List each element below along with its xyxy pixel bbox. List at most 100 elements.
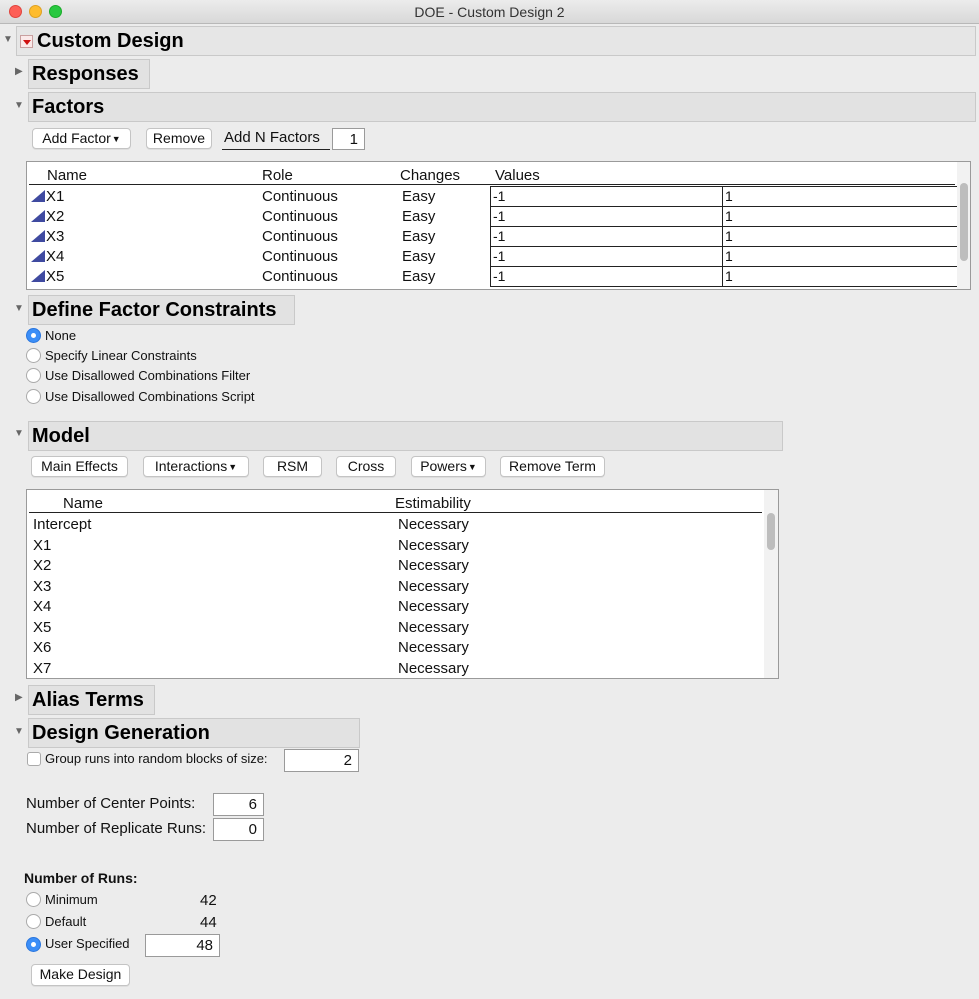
responses-title: Responses — [32, 63, 139, 85]
low-value-cell[interactable]: -1 — [490, 246, 723, 267]
disclosure-collapsed-icon[interactable]: ▶ — [15, 692, 23, 703]
remove-factor-button[interactable]: Remove — [146, 128, 212, 149]
continuous-factor-icon — [31, 250, 45, 262]
add-n-factors-button[interactable]: Add N Factors — [222, 128, 330, 150]
replicate-runs-label: Number of Replicate Runs: — [26, 820, 207, 837]
cross-button[interactable]: Cross — [336, 456, 396, 477]
number-of-runs-label: Number of Runs: — [24, 870, 138, 886]
radio-button-selected[interactable] — [26, 328, 41, 343]
table-row[interactable]: X7 Necessary — [27, 660, 762, 678]
responses-header[interactable]: Responses — [28, 59, 150, 89]
disclosure-expanded-icon[interactable]: ▼ — [14, 100, 24, 111]
high-value-cell[interactable]: 1 — [722, 206, 957, 227]
design-generation-title: Design Generation — [32, 722, 210, 744]
column-header-name[interactable]: Name — [47, 167, 87, 184]
high-value-cell[interactable]: 1 — [722, 226, 957, 247]
design-generation-header[interactable]: Design Generation — [28, 718, 360, 748]
remove-term-button[interactable]: Remove Term — [500, 456, 605, 477]
model-header[interactable]: Model — [28, 421, 783, 451]
add-factor-button[interactable]: Add Factor▼ — [32, 128, 131, 149]
low-value-cell[interactable]: -1 — [490, 186, 723, 207]
dropdown-arrow-icon: ▼ — [111, 134, 121, 144]
runs-default-radio[interactable] — [26, 914, 41, 929]
model-scrollbar[interactable] — [764, 490, 778, 678]
alias-terms-title: Alias Terms — [32, 689, 144, 711]
disclosure-collapsed-icon[interactable]: ▶ — [15, 66, 23, 77]
high-value-cell[interactable]: 1 — [722, 266, 957, 287]
group-runs-checkbox[interactable] — [27, 752, 41, 766]
powers-button[interactable]: Powers▼ — [411, 456, 486, 477]
custom-design-header: Custom Design — [16, 26, 976, 56]
runs-minimum-radio[interactable] — [26, 892, 41, 907]
column-header-role[interactable]: Role — [262, 167, 293, 184]
continuous-factor-icon — [31, 190, 45, 202]
table-row[interactable]: X5 Continuous Easy -1 1 — [27, 266, 957, 287]
model-terms-table: Name Estimability Intercept Necessary X1… — [26, 489, 779, 679]
runs-user-specified-label: User Specified — [45, 936, 130, 951]
dropdown-arrow-icon: ▼ — [228, 462, 238, 472]
runs-default-label: Default — [45, 914, 87, 929]
column-header-name[interactable]: Name — [63, 495, 103, 512]
block-size-field[interactable]: 2 — [284, 749, 359, 772]
table-row[interactable]: X3 Continuous Easy -1 1 — [27, 226, 957, 247]
factors-scrollbar[interactable] — [957, 162, 970, 289]
scrollbar-thumb[interactable] — [767, 513, 775, 550]
constraints-title: Define Factor Constraints — [32, 299, 277, 321]
main-effects-button[interactable]: Main Effects — [31, 456, 128, 477]
table-row[interactable]: X1 Continuous Easy -1 1 — [27, 186, 957, 207]
continuous-factor-icon — [31, 210, 45, 222]
table-row[interactable]: X4 Necessary — [27, 598, 762, 618]
red-triangle-menu-icon[interactable] — [20, 35, 33, 48]
continuous-factor-icon — [31, 270, 45, 282]
header-divider — [29, 184, 955, 185]
column-header-values[interactable]: Values — [495, 167, 540, 184]
model-title: Model — [32, 425, 90, 447]
table-row[interactable]: X3 Necessary — [27, 578, 762, 598]
replicate-runs-field[interactable]: 0 — [213, 818, 264, 841]
runs-minimum-label: Minimum — [45, 892, 98, 907]
disclosure-expanded-icon[interactable]: ▼ — [3, 34, 13, 45]
header-divider — [29, 512, 762, 513]
constraints-header[interactable]: Define Factor Constraints — [28, 295, 295, 325]
custom-design-title: Custom Design — [37, 30, 184, 52]
runs-default-value: 44 — [200, 914, 217, 931]
runs-user-specified-radio[interactable] — [26, 937, 41, 952]
center-points-field[interactable]: 6 — [213, 793, 264, 816]
runs-minimum-value: 42 — [200, 892, 217, 909]
continuous-factor-icon — [31, 230, 45, 242]
window-title: DOE - Custom Design 2 — [414, 4, 565, 20]
table-row[interactable]: X4 Continuous Easy -1 1 — [27, 246, 957, 267]
factors-title: Factors — [32, 96, 105, 118]
rsm-button[interactable]: RSM — [263, 456, 322, 477]
table-row[interactable]: X1 Necessary — [27, 537, 762, 557]
alias-terms-header[interactable]: Alias Terms — [28, 685, 155, 715]
scrollbar-thumb[interactable] — [960, 183, 968, 261]
table-row[interactable]: X6 Necessary — [27, 639, 762, 659]
radio-button[interactable] — [26, 368, 41, 383]
table-row[interactable]: X5 Necessary — [27, 619, 762, 639]
table-row[interactable]: X2 Necessary — [27, 557, 762, 577]
group-runs-label: Group runs into random blocks of size: — [45, 751, 268, 766]
table-row[interactable]: X2 Continuous Easy -1 1 — [27, 206, 957, 227]
radio-button[interactable] — [26, 348, 41, 363]
table-row[interactable]: Intercept Necessary — [27, 516, 762, 536]
factors-table: Name Role Changes Values X1 Continuous E… — [26, 161, 971, 290]
factors-header[interactable]: Factors — [28, 92, 976, 122]
dropdown-arrow-icon: ▼ — [467, 462, 477, 472]
interactions-button[interactable]: Interactions▼ — [143, 456, 249, 477]
disclosure-expanded-icon[interactable]: ▼ — [14, 428, 24, 439]
low-value-cell[interactable]: -1 — [490, 206, 723, 227]
make-design-button[interactable]: Make Design — [31, 964, 130, 986]
radio-button[interactable] — [26, 389, 41, 404]
high-value-cell[interactable]: 1 — [722, 186, 957, 207]
add-n-factors-count-field[interactable]: 1 — [332, 128, 365, 150]
window-title-bar: DOE - Custom Design 2 — [0, 0, 979, 24]
column-header-changes[interactable]: Changes — [400, 167, 460, 184]
column-header-estimability[interactable]: Estimability — [395, 495, 471, 512]
low-value-cell[interactable]: -1 — [490, 266, 723, 287]
disclosure-expanded-icon[interactable]: ▼ — [14, 303, 24, 314]
user-specified-runs-field[interactable]: 48 — [145, 934, 220, 957]
high-value-cell[interactable]: 1 — [722, 246, 957, 267]
disclosure-expanded-icon[interactable]: ▼ — [14, 726, 24, 737]
low-value-cell[interactable]: -1 — [490, 226, 723, 247]
